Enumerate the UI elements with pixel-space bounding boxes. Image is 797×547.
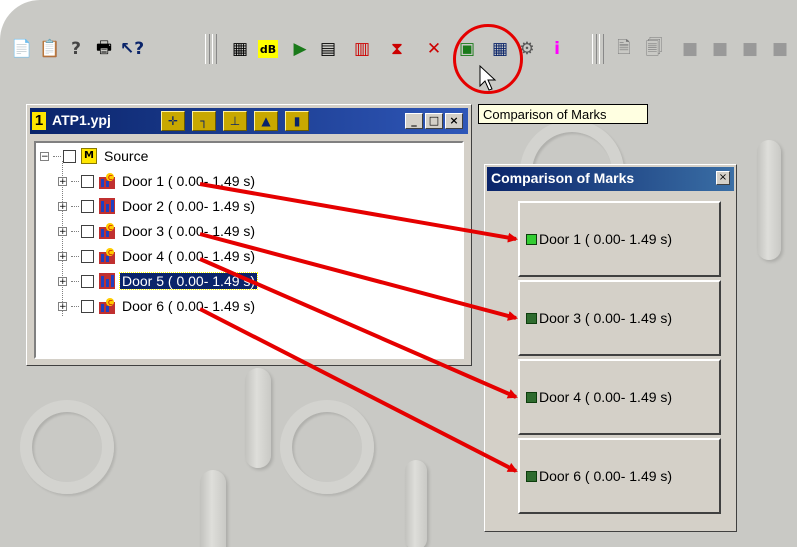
- annotation-arrow: [199, 307, 518, 473]
- annotation-arrow: [199, 257, 518, 399]
- annotation-arrow: [199, 232, 518, 321]
- desktop-background: 📄 📋 ? 🖶 ↖? ▦ dB ▶ ▤ ▥ ⧗ ✕ ▣ ▦ ⚙ i 🗎 🗐 ■ …: [0, 0, 797, 547]
- annotation-arrows: [199, 182, 518, 473]
- annotation-arrow: [199, 182, 518, 243]
